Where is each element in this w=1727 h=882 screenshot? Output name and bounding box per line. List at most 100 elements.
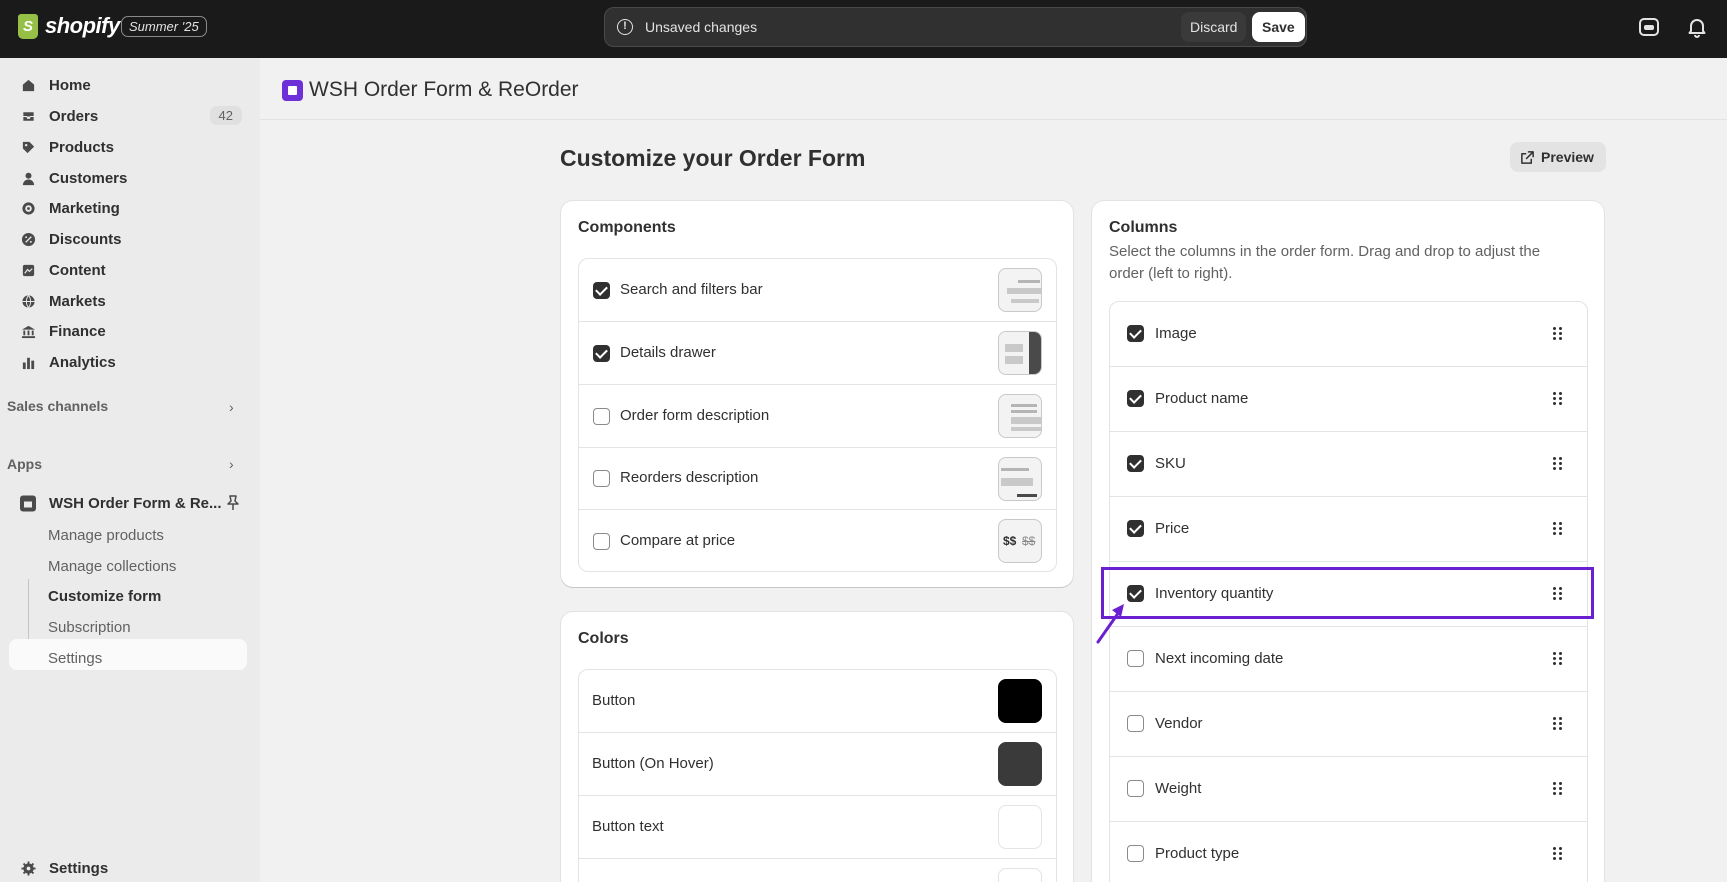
color-swatch[interactable] [998, 742, 1042, 786]
component-row[interactable]: Compare at price $$ $$ [579, 510, 1056, 571]
checkbox[interactable] [1127, 455, 1144, 472]
person-icon [20, 170, 36, 186]
color-row[interactable]: Button [579, 670, 1056, 733]
component-row[interactable]: Search and filters bar [579, 259, 1056, 322]
nav-markets[interactable]: Markets [9, 286, 247, 316]
tag-icon [20, 139, 36, 155]
component-row[interactable]: Reorders description [579, 448, 1056, 510]
drag-handle-icon[interactable] [1553, 522, 1563, 536]
column-row[interactable]: Image [1110, 302, 1587, 367]
column-row[interactable]: Next incoming date [1110, 627, 1587, 692]
color-swatch[interactable] [998, 805, 1042, 849]
chevron-right-icon[interactable]: › [229, 399, 234, 415]
checkbox[interactable] [1127, 650, 1144, 667]
checkbox[interactable] [1127, 715, 1144, 732]
preview-button[interactable]: Preview [1510, 142, 1606, 172]
edition-badge[interactable]: Summer '25 [121, 16, 207, 37]
drag-handle-icon[interactable] [1553, 717, 1563, 731]
checkbox[interactable] [593, 345, 610, 362]
checkbox[interactable] [1127, 780, 1144, 797]
checkbox[interactable] [593, 470, 610, 487]
nav-content[interactable]: Content [9, 255, 247, 285]
compare-price-thumb-text: $$ [1022, 534, 1036, 548]
save-button[interactable]: Save [1252, 12, 1305, 42]
column-row[interactable]: SKU [1110, 432, 1587, 497]
checkbox[interactable] [1127, 845, 1144, 862]
color-row[interactable]: Button (On Hover) [579, 733, 1056, 796]
column-label: Vendor [1155, 715, 1203, 732]
nav-marketing[interactable]: Marketing [9, 193, 247, 223]
column-row[interactable]: Weight [1110, 757, 1587, 822]
color-swatch[interactable] [998, 679, 1042, 723]
sales-channels-heading[interactable]: Sales channels [7, 398, 108, 414]
colors-title: Colors [578, 630, 629, 647]
sub-settings[interactable]: Settings [48, 650, 102, 667]
checkbox[interactable] [593, 533, 610, 550]
discount-icon [20, 231, 36, 247]
nav-label: Home [49, 76, 91, 94]
nav-customers[interactable]: Customers [9, 163, 247, 193]
color-row[interactable] [579, 859, 1056, 882]
column-row[interactable]: Product name [1110, 367, 1587, 432]
checkbox[interactable] [593, 282, 610, 299]
sub-manage-products[interactable]: Manage products [48, 527, 164, 544]
checkbox[interactable] [1127, 390, 1144, 407]
store-switcher-icon[interactable] [1638, 16, 1660, 38]
colors-list: Button Button (On Hover) Button text [578, 669, 1057, 882]
discard-button[interactable]: Discard [1181, 12, 1247, 42]
drag-handle-icon[interactable] [1553, 392, 1563, 406]
drag-handle-icon[interactable] [1553, 847, 1563, 861]
nav-label: Content [49, 261, 106, 279]
chevron-right-icon[interactable]: › [229, 456, 234, 472]
home-icon [20, 77, 36, 93]
nav-finance[interactable]: Finance [9, 316, 247, 346]
sub-manage-collections[interactable]: Manage collections [48, 558, 176, 575]
drag-handle-icon[interactable] [1553, 652, 1563, 666]
bell-icon[interactable] [1686, 16, 1708, 38]
drag-handle-icon[interactable] [1553, 782, 1563, 796]
column-label: SKU [1155, 455, 1186, 472]
pin-icon[interactable] [226, 495, 240, 511]
color-label: Button text [592, 818, 664, 835]
column-row[interactable]: Product type [1110, 822, 1587, 882]
nav-home[interactable]: Home [9, 70, 247, 100]
component-row[interactable]: Details drawer [579, 322, 1056, 385]
sub-subscription[interactable]: Subscription [48, 619, 131, 636]
nav-label: Settings [49, 859, 109, 877]
nav-label: Customers [49, 169, 128, 187]
drag-handle-icon[interactable] [1553, 327, 1563, 341]
shopify-bag-icon [18, 13, 38, 39]
color-swatch[interactable] [998, 868, 1042, 882]
color-row[interactable]: Button text [579, 796, 1056, 859]
column-row[interactable]: Price [1110, 497, 1587, 562]
nav-settings[interactable]: Settings [9, 853, 247, 882]
nav-analytics[interactable]: Analytics [9, 347, 247, 377]
drag-handle-icon[interactable] [1553, 457, 1563, 471]
nav-orders[interactable]: Orders 42 [9, 101, 247, 131]
column-row[interactable]: Vendor [1110, 692, 1587, 757]
nav-label: Products [49, 138, 115, 156]
annotation-arrow-icon [1096, 604, 1124, 644]
app-title: WSH Order Form & ReOrder [309, 78, 579, 101]
nav-discounts[interactable]: Discounts [9, 224, 247, 254]
checkbox[interactable] [1127, 520, 1144, 537]
nav-label: Orders [49, 107, 99, 125]
checkbox[interactable] [593, 408, 610, 425]
apps-heading[interactable]: Apps [7, 456, 42, 472]
top-bar: shopify Summer '25 ! Unsaved changes Dis… [0, 0, 1727, 58]
nav-app-wsh[interactable]: WSH Order Form & Re... [9, 488, 247, 518]
component-row[interactable]: Order form description [579, 385, 1056, 448]
column-label: Image [1155, 325, 1197, 342]
nav-label: Markets [49, 292, 106, 310]
sidebar: Home Orders 42 Products Customers Market… [0, 58, 260, 882]
page-title: Customize your Order Form [560, 145, 866, 171]
nav-products[interactable]: Products [9, 132, 247, 162]
shopify-logo[interactable]: shopify [18, 13, 120, 39]
columns-title: Columns [1109, 219, 1178, 236]
column-label: Next incoming date [1155, 650, 1284, 667]
sub-customize-form[interactable]: Customize form [48, 588, 161, 605]
details-drawer-preview-thumbnail [998, 331, 1042, 375]
checkbox[interactable] [1127, 325, 1144, 342]
component-label: Details drawer [620, 344, 716, 361]
annotation-highlight-box [1101, 567, 1594, 619]
